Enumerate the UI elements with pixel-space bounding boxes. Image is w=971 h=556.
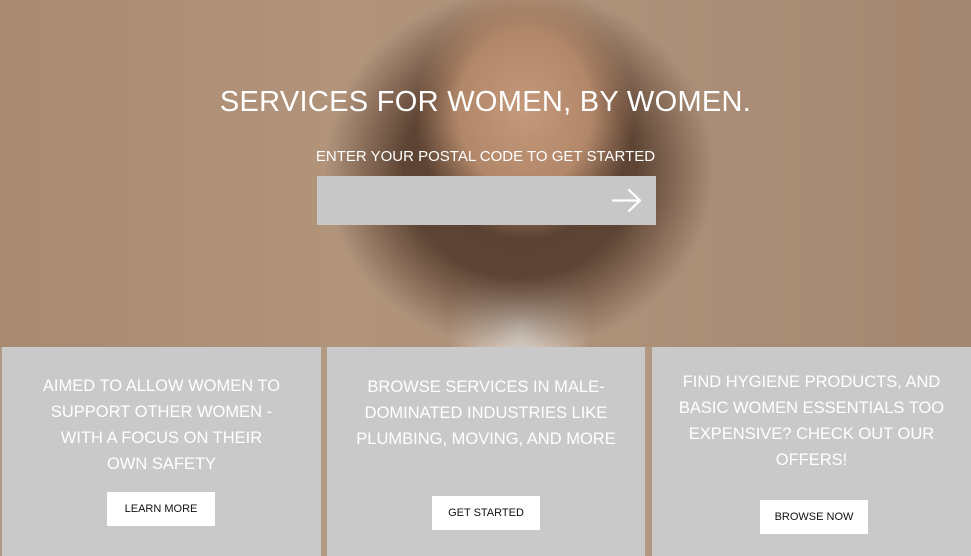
right-arrow-icon [611,188,642,213]
card-safety-text: AIMED TO ALLOW WOMEN TO SUPPORT OTHER WO… [42,377,281,473]
card-safety: AIMED TO ALLOW WOMEN TO SUPPORT OTHER WO… [2,347,321,556]
card-products-text: FIND HYGIENE PRODUCTS, AND BASIC WOMEN E… [678,373,945,469]
card-products: FIND HYGIENE PRODUCTS, AND BASIC WOMEN E… [652,347,971,556]
postal-code-form [317,176,656,225]
card-services: BROWSE SERVICES IN MALE-DOMINATED INDUST… [327,347,645,556]
postal-code-input[interactable] [317,176,597,225]
browse-now-button[interactable]: BROWSE NOW [760,500,868,534]
hero-overlay [0,0,971,347]
hero-title: SERVICES FOR WOMEN, BY WOMEN. [219,86,752,118]
learn-more-button[interactable]: LEARN MORE [107,492,215,526]
get-started-button[interactable]: GET STARTED [432,496,540,530]
submit-postal-code-button[interactable] [607,186,647,215]
hero-subtitle: ENTER YOUR POSTAL CODE TO GET STARTED [315,148,656,165]
card-services-text: BROWSE SERVICES IN MALE-DOMINATED INDUST… [356,378,616,448]
